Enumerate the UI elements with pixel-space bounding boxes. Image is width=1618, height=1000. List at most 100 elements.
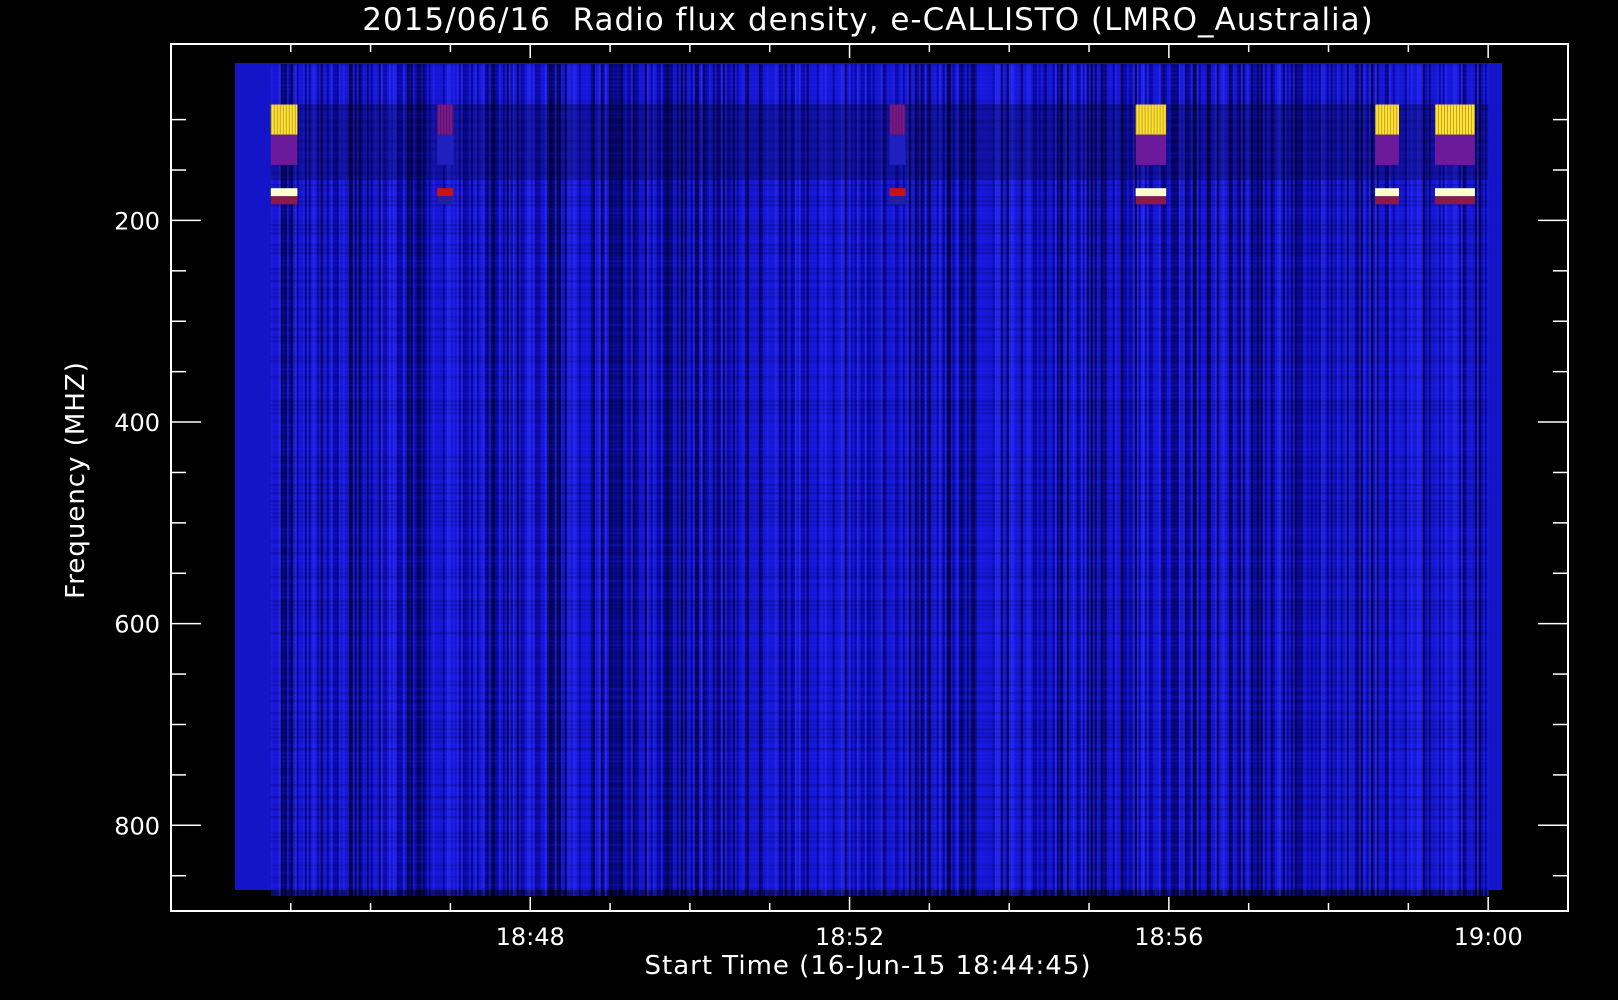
noise-row: [270, 472, 1489, 475]
noise-row: [270, 792, 1489, 795]
burst-streak: [1471, 104, 1472, 135]
y-tick-label: 400: [114, 409, 160, 437]
noise-row: [270, 452, 1489, 455]
noise-row: [270, 280, 1489, 283]
noise-row: [270, 324, 1489, 327]
noise-row: [270, 712, 1489, 715]
noise-row: [270, 488, 1489, 491]
x-axis-title: Start Time (16-Jun-15 18:44:45): [645, 951, 1092, 981]
noise-row: [270, 576, 1489, 579]
noise-row: [270, 812, 1489, 815]
burst-streak: [288, 104, 290, 135]
noise-row: [270, 644, 1489, 647]
noise-row: [270, 780, 1489, 783]
noise-row: [270, 360, 1489, 363]
noise-row: [270, 344, 1489, 347]
x-tick-label: 18:56: [1134, 923, 1203, 951]
noise-row: [270, 248, 1489, 251]
noise-row: [270, 404, 1489, 407]
noise-row: [270, 80, 1489, 83]
noise-row: [270, 380, 1489, 383]
noise-row: [270, 632, 1489, 635]
noise-row: [270, 96, 1489, 99]
burst-streak: [1159, 104, 1161, 135]
noise-row: [270, 88, 1489, 91]
burst-band: [437, 104, 454, 135]
noise-row: [270, 192, 1489, 195]
noise-row: [270, 624, 1489, 627]
noise-row: [270, 224, 1489, 227]
noise-row: [270, 412, 1489, 415]
burst-streak: [1384, 104, 1386, 135]
noise-row: [270, 840, 1489, 843]
burst-streak: [449, 104, 451, 135]
burst-streak: [1438, 104, 1439, 135]
burst-streak: [901, 104, 903, 135]
noise-row: [270, 692, 1489, 695]
noise-row: [270, 552, 1489, 555]
noise-row: [270, 584, 1489, 587]
noise-row: [270, 512, 1489, 515]
noise-row: [270, 520, 1489, 523]
noise-row: [270, 588, 1489, 591]
noise-row: [270, 268, 1489, 271]
noise-row: [270, 640, 1489, 643]
noise-row: [270, 348, 1489, 351]
burst-band: [1435, 196, 1475, 205]
noise-row: [270, 504, 1489, 507]
noise-row: [270, 508, 1489, 511]
noise-row: [270, 384, 1489, 387]
burst-streak: [1381, 104, 1383, 135]
noise-row: [270, 860, 1489, 863]
noise-row: [270, 636, 1489, 639]
noise-row: [270, 260, 1489, 263]
burst-band: [1375, 188, 1399, 197]
noise-row: [270, 272, 1489, 275]
burst-streak: [276, 104, 278, 135]
burst-streak: [1375, 104, 1377, 135]
noise-row: [270, 432, 1489, 435]
noise-row: [270, 68, 1489, 71]
noise-row: [270, 572, 1489, 575]
noise-row: [270, 180, 1489, 183]
noise-row: [270, 612, 1489, 615]
noise-row: [270, 884, 1489, 887]
noise-row: [270, 236, 1489, 239]
noise-row: [270, 540, 1489, 543]
burst-band: [1135, 188, 1167, 197]
burst-streak: [437, 104, 439, 135]
burst-band: [1375, 134, 1399, 165]
noise-row: [270, 656, 1489, 659]
spectrogram-chart: 2015/06/16 Radio flux density, e-CALLIST…: [0, 0, 1618, 1000]
noise-row: [270, 72, 1489, 75]
noise-row: [270, 676, 1489, 679]
burst-streak: [1474, 104, 1475, 135]
burst-band: [437, 134, 454, 165]
noise-row: [270, 368, 1489, 371]
burst-streak: [1441, 104, 1442, 135]
noise-row: [270, 620, 1489, 623]
noise-row: [270, 604, 1489, 607]
noise-row: [270, 200, 1489, 203]
noise-row: [270, 600, 1489, 603]
y-tick-label: 800: [114, 812, 160, 840]
noise-row: [270, 796, 1489, 799]
noise-row: [270, 76, 1489, 79]
noise-row: [270, 696, 1489, 699]
noise-row: [270, 240, 1489, 243]
noise-row: [270, 728, 1489, 731]
noise-row: [270, 340, 1489, 343]
noise-row: [270, 444, 1489, 447]
noise-row: [270, 680, 1489, 683]
noise-row: [270, 608, 1489, 611]
y-tick-label: 600: [114, 611, 160, 639]
noise-row: [270, 844, 1489, 847]
noise-row: [270, 832, 1489, 835]
noise-row: [270, 628, 1489, 631]
noise-row: [270, 328, 1489, 331]
burst-streak: [1462, 104, 1463, 135]
chart-title: 2015/06/16 Radio flux density, e-CALLIST…: [362, 2, 1374, 38]
spectrogram-area: [235, 63, 1502, 896]
noise-row: [270, 748, 1489, 751]
burst-streak: [443, 104, 445, 135]
